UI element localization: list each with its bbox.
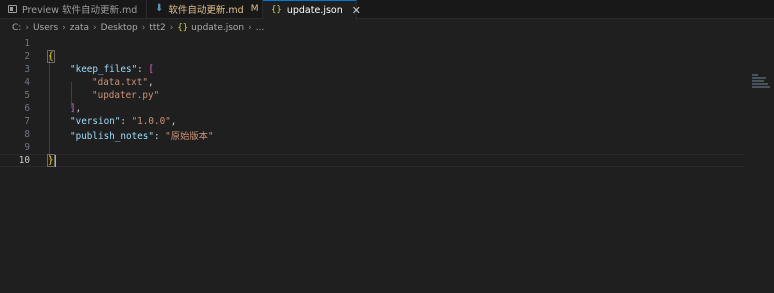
preview-icon — [8, 5, 17, 13]
json-string: "原始版本" — [165, 130, 214, 142]
json-braces-icon: {} — [177, 23, 189, 33]
json-string: "1.0.0" — [131, 116, 171, 127]
line-number: 7 — [24, 116, 30, 127]
chevron-right-icon: › — [25, 23, 29, 33]
json-string: "data.txt" — [92, 77, 148, 88]
chevron-right-icon: › — [248, 23, 252, 33]
tab-label: 软件自动更新.md — [168, 5, 244, 16]
breadcrumb-item[interactable]: ttt2 — [149, 23, 165, 33]
json-close-brace: } — [47, 154, 55, 167]
line-number: 5 — [24, 90, 30, 101]
tab-label: Preview 软件自动更新.md — [22, 5, 138, 16]
json-key: "version" — [70, 116, 121, 127]
code-line: 2 { — [0, 50, 744, 63]
line-number: 9 — [24, 142, 30, 153]
breadcrumb: C: › Users › zata › Desktop › ttt2 › {} … — [0, 20, 774, 36]
code-line: 8 "publish_notes": "原始版本" — [0, 128, 744, 142]
json-braces-icon: {} — [271, 5, 282, 15]
json-colon: : — [137, 64, 149, 75]
breadcrumb-item[interactable]: Users — [33, 23, 58, 33]
breadcrumb-item[interactable]: zata — [70, 23, 89, 33]
breadcrumb-file[interactable]: update.json — [191, 23, 244, 33]
line-number: 2 — [24, 51, 30, 62]
code-line: 3 "keep_files": [ — [0, 63, 744, 76]
breadcrumb-symbols[interactable]: ... — [256, 23, 265, 33]
tab-label: update.json — [286, 5, 343, 16]
code-line-current: 10 } — [0, 154, 744, 167]
chevron-right-icon: › — [169, 23, 174, 33]
line-number: 1 — [24, 38, 30, 49]
code-line: 5 "updater.py" — [0, 89, 744, 102]
tab-markdown-file[interactable]: ⬇ 软件自动更新.md M — [147, 0, 263, 18]
breadcrumb-item[interactable]: C: — [12, 23, 21, 33]
tab-preview-md[interactable]: Preview 软件自动更新.md — [0, 0, 147, 18]
code-line: 6 ], — [0, 102, 744, 115]
json-colon: : — [153, 130, 166, 142]
json-colon: : — [120, 116, 132, 127]
chevron-right-icon: › — [93, 23, 97, 33]
line-number: 3 — [24, 64, 30, 75]
json-comma: , — [147, 77, 154, 88]
code-editor[interactable]: 1 2 { 3 "keep_files": [ 4 "data.txt", 5 … — [0, 36, 774, 293]
json-key: "keep_files" — [70, 64, 138, 75]
minimap-line — [752, 77, 766, 79]
json-key: "publish_notes" — [70, 130, 154, 142]
text-cursor — [55, 155, 56, 167]
markdown-icon: ⬇ — [155, 3, 164, 14]
chevron-right-icon: › — [141, 23, 146, 33]
code-line: 9 — [0, 141, 744, 154]
minimap-line — [752, 74, 758, 76]
json-comma: , — [170, 116, 177, 127]
line-number: 4 — [24, 77, 30, 88]
line-number: 8 — [24, 129, 30, 140]
chevron-right-icon: › — [62, 23, 66, 33]
minimap-line — [752, 86, 770, 88]
json-open-brace: { — [47, 50, 55, 63]
line-number: 10 — [18, 155, 30, 166]
json-string: "updater.py" — [92, 90, 160, 101]
code-line: 1 — [0, 37, 744, 50]
editor-tab-bar: Preview 软件自动更新.md ⬇ 软件自动更新.md M {} updat… — [0, 0, 774, 20]
minimap[interactable] — [752, 74, 770, 94]
breadcrumb-item[interactable]: Desktop — [101, 23, 138, 33]
code-line: 7 "version": "1.0.0", — [0, 115, 744, 128]
modified-badge: M — [250, 4, 259, 14]
json-comma: , — [75, 103, 82, 114]
line-number: 6 — [24, 103, 30, 114]
code-line: 4 "data.txt", — [0, 76, 744, 89]
tab-update-json[interactable]: {} update.json ✕ — [263, 0, 361, 20]
close-icon[interactable]: ✕ — [352, 4, 361, 17]
minimap-line — [752, 80, 764, 82]
minimap-line — [752, 83, 768, 85]
json-open-bracket: [ — [148, 64, 154, 75]
